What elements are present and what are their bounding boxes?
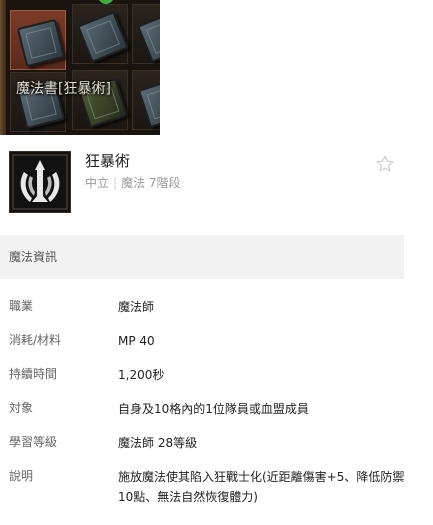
spellbook-icon [136,10,160,64]
spellbook-icon [137,77,160,129]
info-label: 対象 [9,401,34,415]
info-value: 魔法師 [118,300,155,314]
info-label: 說明 [9,469,34,483]
info-label: 持續時間 [9,367,58,381]
section-header: 魔法資訊 [0,235,404,279]
skill-name: 狂暴術 [85,152,131,170]
skill-meta: 中立 | 魔法 7階段 [85,174,181,191]
info-value: 1,200秒 [118,368,165,382]
spellbook-icon [76,10,130,64]
berserk-emblem-icon [9,151,71,213]
info-label: 學習等級 [9,435,58,449]
spellbook-icon [16,18,66,68]
info-label: 職業 [9,299,34,313]
favorite-star-icon[interactable] [375,154,395,174]
inventory-frame [0,0,6,135]
inventory-slot-selected [10,10,66,70]
info-label: 消耗/材料 [9,333,62,347]
info-value: 自身及10格內的1位隊員或血盟成員 [118,402,309,416]
inventory-slot [132,4,160,64]
info-value: 施放魔法使其陷入狂戰士化(近距離傷害+5、降低防禦10點、無法自然恢復體力) [118,470,405,504]
skill-alignment: 中立 [85,176,110,190]
item-name-label: 魔法書[狂暴術] [16,81,111,97]
item-screenshot: 魔法書[狂暴術] [0,0,160,135]
meta-divider: | [113,176,118,190]
info-value: MP 40 [118,334,155,348]
skill-type: 魔法 7階段 [121,176,181,190]
inventory-slot [72,4,130,64]
inventory-slot [132,70,160,130]
info-value: 魔法師 28等級 [118,436,198,450]
